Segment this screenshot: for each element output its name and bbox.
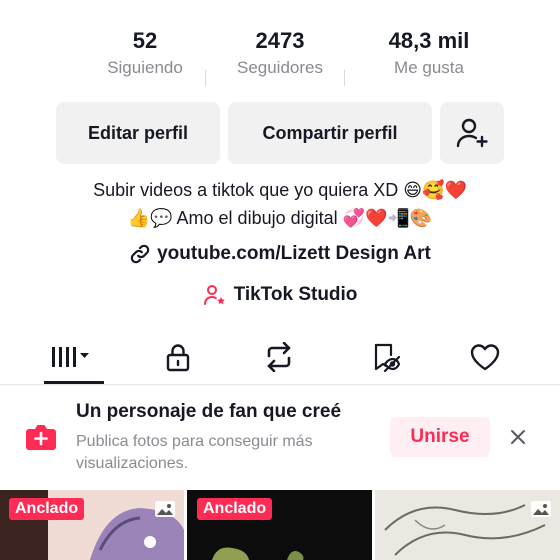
bio-line-2: 👍💬 Amo el dibujo digital 💞❤️📲🎨: [127, 208, 433, 228]
fan-character-banner[interactable]: Un personaje de fan que creé Publica fot…: [0, 388, 560, 488]
video-thumbnail[interactable]: Anclado: [187, 490, 372, 560]
photo-post-icon: [155, 501, 175, 517]
edit-profile-button[interactable]: Editar perfil: [56, 102, 220, 164]
tab-private[interactable]: [148, 333, 208, 381]
profile-stats: 52 Siguiendo 2473 Seguidores 48,3 mil Me…: [0, 26, 560, 86]
lock-icon: [166, 344, 190, 372]
video-thumbnail[interactable]: [375, 490, 560, 560]
following-count: 52: [132, 28, 158, 53]
add-friend-button[interactable]: [440, 102, 504, 164]
repost-icon: [267, 342, 291, 372]
pinned-badge: Anclado: [9, 498, 85, 520]
close-banner-button[interactable]: [505, 424, 531, 450]
join-button[interactable]: Unirse: [390, 417, 490, 457]
followers-stat[interactable]: 2473 Seguidores: [220, 26, 340, 80]
profile-link-text: youtube.com/Lizett Design Art: [157, 243, 431, 264]
video-grid: Anclado Anclado: [0, 490, 560, 560]
tab-hidden-likes[interactable]: [355, 333, 415, 381]
following-stat[interactable]: 52 Siguiendo: [85, 26, 205, 80]
photo-post-icon: [531, 501, 551, 517]
link-icon: [130, 244, 150, 264]
pinned-badge: Anclado: [197, 498, 273, 520]
tab-videos[interactable]: [44, 333, 104, 381]
add-photo-icon: [26, 425, 56, 450]
tab-liked[interactable]: [455, 333, 515, 381]
profile-tabs: [0, 333, 560, 385]
stat-divider: [344, 70, 345, 86]
tiktok-studio-link[interactable]: TikTok Studio: [0, 283, 560, 307]
tiktok-studio-label: TikTok Studio: [233, 284, 358, 305]
likes-stat[interactable]: 48,3 mil Me gusta: [354, 26, 504, 80]
videos-grid-icon: [52, 347, 89, 367]
likes-count: 48,3 mil: [388, 28, 470, 53]
following-label: Siguiendo: [107, 58, 183, 77]
close-icon: [511, 430, 525, 444]
likes-label: Me gusta: [394, 58, 464, 77]
banner-subtitle: Publica fotos para conseguir más visuali…: [76, 433, 313, 472]
followers-count: 2473: [255, 28, 305, 53]
tab-reposts[interactable]: [249, 333, 309, 381]
video-thumbnail[interactable]: Anclado: [0, 490, 184, 560]
profile-link[interactable]: youtube.com/Lizett Design Art: [0, 243, 560, 265]
stat-divider: [205, 70, 206, 86]
add-person-icon: [456, 118, 488, 148]
hidden-likes-icon: [374, 343, 400, 372]
bio-line-1: Subir videos a tiktok que yo quiera XD 😄…: [93, 180, 467, 200]
share-profile-button[interactable]: Compartir perfil: [228, 102, 432, 164]
heart-icon: [470, 344, 500, 371]
banner-title: Un personaje de fan que creé: [76, 401, 342, 422]
followers-label: Seguidores: [236, 58, 323, 77]
person-star-icon: [203, 285, 225, 305]
tab-selected-indicator: [44, 381, 104, 384]
